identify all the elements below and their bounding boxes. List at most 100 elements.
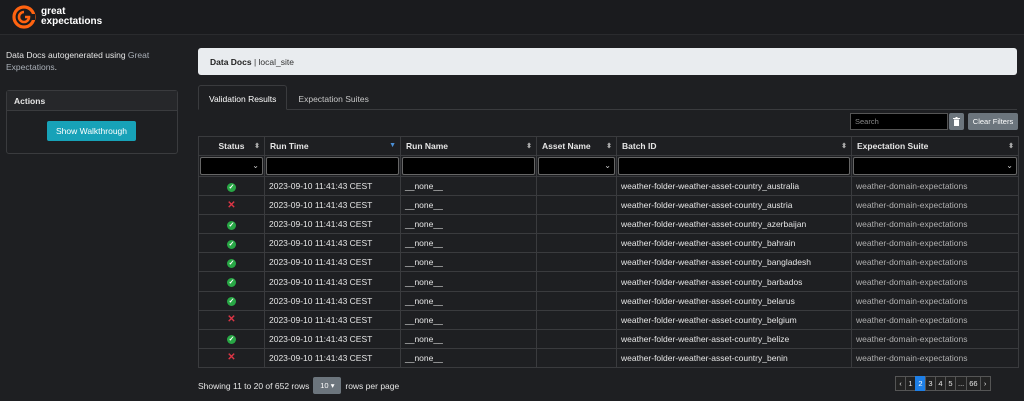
run-time-cell[interactable]: 2023-09-10 11:41:43 CEST	[264, 233, 401, 254]
breadcrumb-root[interactable]: Data Docs	[210, 57, 252, 67]
success-check-icon: ✓	[227, 297, 236, 307]
page-size-dropdown[interactable]: 10 ▾	[313, 377, 342, 394]
table-row[interactable]: ✓ 2023-09-10 11:41:43 CEST __none__ weather…	[198, 328, 1019, 349]
run-time-cell[interactable]: 2023-09-10 11:41:43 CEST	[264, 195, 401, 216]
batch-id-cell: weather-folder-weather-asset-country_bel…	[616, 290, 852, 311]
tab-bar: Validation Results Expectation Suites	[198, 85, 380, 110]
tab-validation-results[interactable]: Validation Results	[198, 85, 288, 110]
expectation-suite-cell: weather-domain-expectations	[851, 252, 1019, 273]
batch-id-cell: weather-folder-weather-asset-country_aus…	[616, 175, 852, 197]
top-navbar: great expectations	[0, 0, 1024, 35]
status-cell: ✕	[198, 309, 265, 330]
filter-cell: ⌄	[198, 155, 265, 177]
batch-id-cell: weather-folder-weather-asset-country_bar…	[616, 271, 852, 292]
breadcrumb-site: local_site	[258, 57, 294, 67]
run-name-cell: __none__	[400, 271, 537, 292]
run-time-cell[interactable]: 2023-09-10 11:41:43 CEST	[264, 175, 401, 197]
run-name-cell: __none__	[400, 175, 537, 197]
table-row[interactable]: ✕ 2023-09-10 11:41:43 CEST __none__ weather…	[198, 347, 1019, 368]
asset-name-cell	[536, 347, 617, 368]
run-time-cell[interactable]: 2023-09-10 11:41:43 CEST	[264, 328, 401, 349]
run-name-header-label: Run Name	[406, 141, 449, 151]
trash-button[interactable]	[949, 113, 964, 130]
expectation-suite-header-label: Expectation Suite	[857, 141, 929, 151]
batch-id-cell: weather-folder-weather-asset-country_bel…	[616, 328, 852, 349]
sort-icon: ⬍	[254, 143, 260, 150]
success-check-icon: ✓	[227, 182, 236, 192]
next-page-icon[interactable]: ›	[979, 376, 991, 391]
sort-icon: ⬍	[1008, 143, 1014, 150]
table-row[interactable]: ✓ 2023-09-10 11:41:43 CEST __none__ weather…	[198, 214, 1019, 235]
status-cell: ✓	[198, 233, 265, 254]
col-header-asset-name[interactable]: Asset Name ⬍	[536, 136, 617, 156]
batch-id-filter-input[interactable]	[618, 157, 850, 175]
table-row[interactable]: ✓ 2023-09-10 11:41:43 CEST __none__ weather…	[198, 271, 1019, 292]
run-time-cell[interactable]: 2023-09-10 11:41:43 CEST	[264, 309, 401, 330]
asset-name-cell	[536, 328, 617, 349]
success-check-icon: ✓	[227, 220, 236, 230]
run-name-cell: __none__	[400, 214, 537, 235]
expectation-suite-cell: weather-domain-expectations	[851, 271, 1019, 292]
clear-filters-button[interactable]: Clear Filters	[968, 113, 1018, 130]
run-name-cell: __none__	[400, 195, 537, 216]
sort-icon: ⬍	[606, 143, 612, 150]
run-name-filter-input[interactable]	[402, 157, 535, 175]
run-time-filter-input[interactable]	[266, 157, 399, 175]
chevron-down-icon: ⌄	[1006, 161, 1013, 170]
expectation-suite-cell: weather-domain-expectations	[851, 214, 1019, 235]
success-check-icon: ✓	[227, 335, 236, 345]
status-cell: ✕	[198, 195, 265, 216]
asset-name-cell	[536, 233, 617, 254]
status-cell: ✕	[198, 347, 265, 368]
validation-results-table: Status ⬍ Run Time ▼ Run Name ⬍ Asset Name ⬍ …	[198, 136, 1019, 368]
table-row[interactable]: ✕ 2023-09-10 11:41:43 CEST __none__ weather…	[198, 195, 1019, 216]
actions-title: Actions	[7, 91, 177, 111]
filter-cell: ⌄	[536, 155, 617, 177]
brand-logo[interactable]: great expectations	[12, 5, 102, 29]
sidebar-intro: Data Docs autogenerated using Great Expe…	[6, 49, 166, 73]
run-name-cell: __none__	[400, 347, 537, 368]
run-time-cell[interactable]: 2023-09-10 11:41:43 CEST	[264, 271, 401, 292]
sort-desc-icon: ▼	[389, 142, 396, 149]
asset-name-cell	[536, 175, 617, 197]
great-expectations-logo-icon	[12, 5, 36, 29]
success-check-icon: ✓	[227, 239, 236, 249]
page-button-66[interactable]: 66	[966, 376, 981, 391]
col-header-run-time[interactable]: Run Time ▼	[264, 136, 401, 156]
table-row[interactable]: ✓ 2023-09-10 11:41:43 CEST __none__ weather…	[198, 175, 1019, 197]
tab-expectation-suites[interactable]: Expectation Suites	[287, 85, 379, 110]
expectation-suite-cell: weather-domain-expectations	[851, 309, 1019, 330]
success-check-icon: ✓	[227, 278, 236, 288]
run-time-cell[interactable]: 2023-09-10 11:41:43 CEST	[264, 214, 401, 235]
filter-cell	[616, 155, 852, 177]
expectation-suite-filter-select[interactable]: ⌄	[853, 157, 1017, 175]
asset-name-cell	[536, 309, 617, 330]
run-name-cell: __none__	[400, 252, 537, 273]
status-cell: ✓	[198, 214, 265, 235]
run-time-cell[interactable]: 2023-09-10 11:41:43 CEST	[264, 347, 401, 368]
run-name-cell: __none__	[400, 290, 537, 311]
table-row[interactable]: ✕ 2023-09-10 11:41:43 CEST __none__ weather…	[198, 309, 1019, 330]
table-row[interactable]: ✓ 2023-09-10 11:41:43 CEST __none__ weather…	[198, 290, 1019, 311]
search-input[interactable]	[850, 113, 948, 130]
showing-rows-text: Showing 11 to 20 of 652 rows	[198, 380, 310, 391]
col-header-run-name[interactable]: Run Name ⬍	[400, 136, 537, 156]
col-header-expectation-suite[interactable]: Expectation Suite ⬍	[851, 136, 1019, 156]
run-time-cell[interactable]: 2023-09-10 11:41:43 CEST	[264, 252, 401, 273]
batch-id-cell: weather-folder-weather-asset-country_bah…	[616, 233, 852, 254]
run-name-cell: __none__	[400, 328, 537, 349]
pagination-info: Showing 11 to 20 of 652 rows 10 ▾ rows p…	[198, 377, 399, 394]
run-time-cell[interactable]: 2023-09-10 11:41:43 CEST	[264, 290, 401, 311]
asset-name-cell	[536, 252, 617, 273]
failure-x-icon: ✕	[227, 352, 236, 364]
caret-down-icon: ▾	[330, 381, 335, 390]
col-header-batch-id[interactable]: Batch ID ⬍	[616, 136, 852, 156]
status-filter-select[interactable]: ⌄	[200, 157, 263, 175]
asset-name-filter-select[interactable]: ⌄	[538, 157, 615, 175]
show-walkthrough-button[interactable]: Show Walkthrough	[47, 121, 136, 141]
table-row[interactable]: ✓ 2023-09-10 11:41:43 CEST __none__ weather…	[198, 252, 1019, 273]
col-header-status[interactable]: Status ⬍	[198, 136, 265, 156]
actions-card: Actions Show Walkthrough	[6, 90, 178, 154]
expectation-suite-cell: weather-domain-expectations	[851, 175, 1019, 197]
table-row[interactable]: ✓ 2023-09-10 11:41:43 CEST __none__ weather…	[198, 233, 1019, 254]
